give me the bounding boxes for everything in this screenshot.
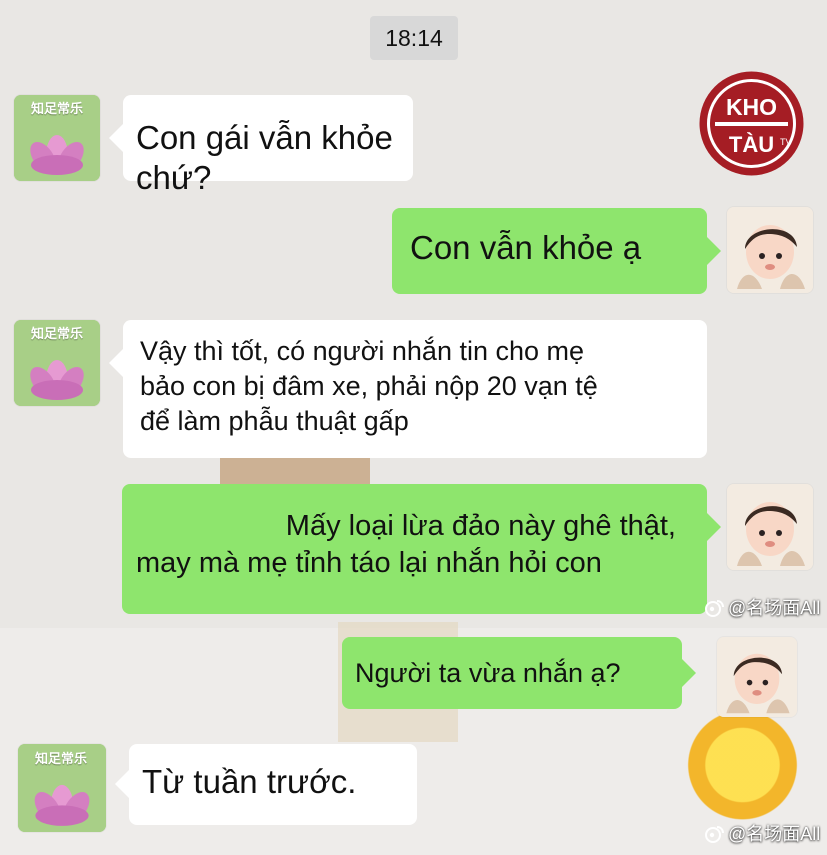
contact-avatar[interactable]: 知足常乐 — [14, 320, 100, 406]
user-avatar[interactable] — [717, 637, 797, 717]
logo-bottom-text: TÀU — [729, 132, 774, 157]
weibo-icon — [705, 600, 724, 617]
contact-avatar-label: 知足常乐 — [30, 326, 83, 341]
weibo-watermark: @名场面All — [703, 597, 820, 619]
outgoing-bubble-tail — [707, 237, 721, 265]
child-avatar-icon — [727, 484, 813, 570]
contact-avatar[interactable]: 知足常乐 — [18, 744, 106, 832]
message-text: Từ tuần trước. — [142, 763, 357, 800]
incoming-bubble-tail — [109, 349, 123, 377]
user-avatar[interactable] — [727, 207, 813, 293]
outgoing-message-bubble[interactable]: Mấy loại lừa đảo này ghê thật, may mà mẹ… — [122, 484, 721, 614]
weibo-watermark: @名场面All — [703, 823, 820, 845]
incoming-message-bubble[interactable]: Con gái vẫn khỏe chứ? — [109, 95, 413, 196]
message-line: may mà mẹ tỉnh táo lại nhắn hỏi con — [136, 547, 602, 579]
child-avatar-icon — [717, 637, 797, 717]
outgoing-bubble-tail — [682, 659, 696, 687]
contact-avatar-label: 知足常乐 — [30, 101, 83, 116]
incoming-bubble-tail — [109, 124, 123, 152]
background-wall-art — [220, 455, 370, 485]
logo-suffix-text: TV — [780, 137, 792, 147]
timestamp: 18:14 — [370, 16, 458, 60]
user-avatar[interactable] — [727, 484, 813, 570]
message-text: Mấy loại lừa đảo này ghê thật, may mà mẹ… — [122, 484, 707, 614]
chat-screen: 18:14 KHO TÀU TV 知足常乐 Con gái vẫn khỏe c… — [0, 0, 827, 855]
outgoing-message-bubble[interactable]: Người ta vừa nhắn ạ? — [342, 637, 696, 709]
message-text: Con vẫn khỏe ạ — [410, 229, 642, 266]
message-text: Vậy thì tốt, có người nhắn tin cho mẹ bả… — [123, 320, 707, 458]
message-line: Vậy thì tốt, có người nhắn tin cho mẹ — [140, 336, 585, 366]
incoming-message-bubble[interactable]: Từ tuần trước. — [115, 744, 417, 825]
watermark-text: @名场面All — [728, 824, 821, 844]
outgoing-bubble-tail — [707, 513, 721, 541]
contact-avatar-label: 知足常乐 — [34, 751, 87, 766]
weibo-icon — [705, 826, 724, 843]
message-text: Người ta vừa nhắn ạ? — [355, 658, 621, 688]
outgoing-message-bubble[interactable]: Con vẫn khỏe ạ — [392, 208, 721, 294]
contact-avatar[interactable]: 知足常乐 — [14, 95, 100, 181]
message-line: bảo con bị đâm xe, phải nộp 20 vạn tệ — [140, 371, 598, 401]
logo-top-text: KHO — [726, 94, 777, 120]
message-line: để làm phẫu thuật gấp — [140, 406, 409, 436]
child-avatar-icon — [727, 207, 813, 293]
message-line: Mấy loại lừa đảo này ghê thật, — [285, 510, 676, 542]
kho-tau-logo: KHO TÀU TV — [699, 71, 804, 176]
message-text: Con gái vẫn khỏe chứ? — [136, 119, 393, 196]
watermark-text: @名场面All — [728, 598, 821, 618]
incoming-bubble-tail — [115, 770, 129, 798]
incoming-message-bubble[interactable]: Vậy thì tốt, có người nhắn tin cho mẹ bả… — [109, 320, 707, 458]
